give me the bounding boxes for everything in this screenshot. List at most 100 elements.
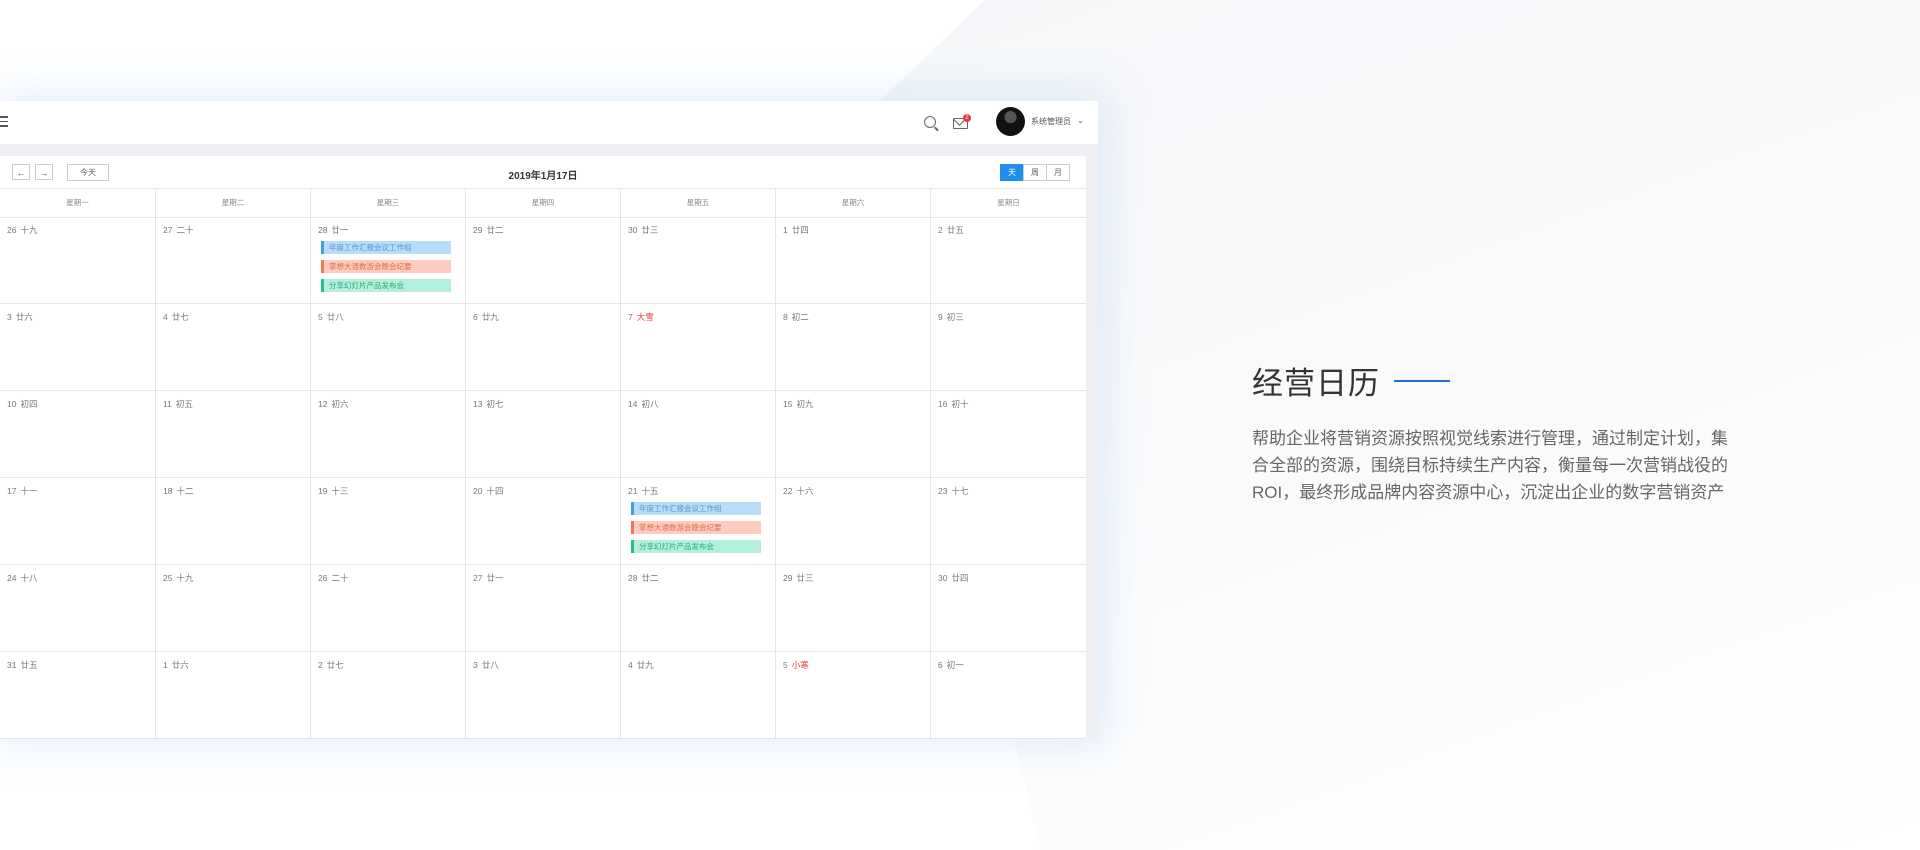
- lunar-date: 十六: [796, 486, 814, 496]
- search-icon[interactable]: [924, 116, 936, 128]
- day-cell[interactable]: 15 初九: [775, 391, 930, 478]
- day-cell[interactable]: 1 廿四: [775, 217, 930, 304]
- day-cell[interactable]: 5 廿八: [310, 304, 465, 391]
- day-number: 4: [628, 660, 633, 670]
- view-switcher: 天周月: [1000, 164, 1070, 181]
- lunar-date: 十九: [20, 225, 38, 235]
- day-label: 16 初十: [938, 398, 968, 410]
- day-cell[interactable]: 2 廿五: [930, 217, 1086, 304]
- lunar-date: 初八: [641, 399, 659, 409]
- day-cell[interactable]: 30 廿三: [620, 217, 775, 304]
- lunar-date: 初三: [946, 312, 964, 322]
- calendar-event[interactable]: 掌想大通数游会晚会纪要: [631, 521, 761, 534]
- calendar-event[interactable]: 年度工作汇报会议工作组: [631, 502, 761, 515]
- day-cell[interactable]: 27 廿一: [465, 565, 620, 652]
- calendar-event[interactable]: 分享幻灯片产品发布会: [321, 279, 451, 292]
- day-cell[interactable]: 4 廿九: [620, 652, 775, 739]
- day-label: 28 廿二: [628, 572, 658, 584]
- day-number: 18: [163, 486, 173, 496]
- day-number: 7: [628, 312, 633, 322]
- lunar-date: 十五: [641, 486, 659, 496]
- day-cell[interactable]: 7 大雪: [620, 304, 775, 391]
- day-cell[interactable]: 11 初五: [155, 391, 310, 478]
- day-label: 30 廿三: [628, 224, 658, 236]
- day-cell[interactable]: 19 十三: [310, 478, 465, 565]
- day-cell[interactable]: 28 廿二: [620, 565, 775, 652]
- day-label: 27 二十: [163, 224, 193, 236]
- day-label: 26 二十: [318, 572, 348, 584]
- username[interactable]: 系统管理员: [1031, 116, 1071, 127]
- day-cell[interactable]: 25 十九: [155, 565, 310, 652]
- day-cell[interactable]: 29 廿二: [465, 217, 620, 304]
- top-bar: 2 系统管理员 ⌄: [0, 101, 1098, 144]
- day-cell[interactable]: 14 初八: [620, 391, 775, 478]
- day-cell[interactable]: 27 二十: [155, 217, 310, 304]
- month-grid: 26 十九 27 二十 28 廿一 年度工作汇报会议工作组 掌想大通数游会晚会纪要 分享幻灯片产…: [0, 217, 1086, 739]
- day-number: 6: [938, 660, 943, 670]
- lunar-date: 十四: [486, 486, 504, 496]
- day-number: 16: [938, 399, 948, 409]
- day-label: 8 初二: [783, 311, 809, 323]
- day-cell[interactable]: 3 廿八: [465, 652, 620, 739]
- day-number: 1: [163, 660, 168, 670]
- day-number: 29: [473, 225, 483, 235]
- day-number: 1: [783, 225, 788, 235]
- view-month-button[interactable]: 月: [1046, 164, 1070, 181]
- day-cell[interactable]: 28 廿一 年度工作汇报会议工作组 掌想大通数游会晚会纪要 分享幻灯片产品发布会: [310, 217, 465, 304]
- view-week-button[interactable]: 周: [1023, 164, 1047, 181]
- calendar-event[interactable]: 掌想大通数游会晚会纪要: [321, 260, 451, 273]
- day-cell[interactable]: 9 初三: [930, 304, 1086, 391]
- day-label: 3 廿八: [473, 659, 499, 671]
- day-cell[interactable]: 22 十六: [775, 478, 930, 565]
- day-number: 28: [318, 225, 328, 235]
- day-cell[interactable]: 5 小寒: [775, 652, 930, 739]
- lunar-date: 廿二: [486, 225, 504, 235]
- lunar-date: 廿九: [636, 660, 654, 670]
- weekday-label: 星期二: [155, 189, 310, 217]
- day-number: 13: [473, 399, 483, 409]
- day-label: 5 廿八: [318, 311, 344, 323]
- day-cell[interactable]: 23 十七: [930, 478, 1086, 565]
- day-cell[interactable]: 26 十九: [0, 217, 155, 304]
- day-cell[interactable]: 17 十一: [0, 478, 155, 565]
- menu-icon[interactable]: [0, 116, 8, 127]
- day-cell[interactable]: 2 廿七: [310, 652, 465, 739]
- day-cell[interactable]: 24 十八: [0, 565, 155, 652]
- day-cell[interactable]: 6 廿九: [465, 304, 620, 391]
- day-number: 20: [473, 486, 483, 496]
- lunar-date: 初四: [20, 399, 38, 409]
- view-day-button[interactable]: 天: [1000, 164, 1024, 181]
- lunar-date: 初十: [951, 399, 969, 409]
- day-label: 7 大雪: [628, 311, 654, 323]
- day-label: 21 十五: [628, 485, 658, 497]
- day-number: 8: [783, 312, 788, 322]
- lunar-date: 廿六: [171, 660, 189, 670]
- day-label: 25 十九: [163, 572, 193, 584]
- day-number: 27: [473, 573, 483, 583]
- day-cell[interactable]: 29 廿三: [775, 565, 930, 652]
- day-cell[interactable]: 21 十五年度工作汇报会议工作组 掌想大通数游会晚会纪要 分享幻灯片产品发布会: [620, 478, 775, 565]
- day-cell[interactable]: 31 廿五: [0, 652, 155, 739]
- day-cell[interactable]: 10 初四: [0, 391, 155, 478]
- weekday-header: 星期一 星期二 星期三 星期四 星期五 星期六 星期日: [0, 188, 1086, 218]
- calendar-event[interactable]: 分享幻灯片产品发布会: [631, 540, 761, 553]
- day-cell[interactable]: 30 廿四: [930, 565, 1086, 652]
- day-cell[interactable]: 16 初十: [930, 391, 1086, 478]
- avatar[interactable]: [996, 107, 1025, 136]
- day-cell[interactable]: 4 廿七: [155, 304, 310, 391]
- title-underline: [1394, 379, 1450, 382]
- day-cell[interactable]: 8 初二: [775, 304, 930, 391]
- day-number: 2: [938, 225, 943, 235]
- lunar-date: 大雪: [636, 312, 654, 322]
- day-cell[interactable]: 20 十四: [465, 478, 620, 565]
- day-cell[interactable]: 18 十二: [155, 478, 310, 565]
- chevron-down-icon[interactable]: ⌄: [1077, 116, 1084, 125]
- day-cell[interactable]: 3 廿六: [0, 304, 155, 391]
- day-cell[interactable]: 26 二十: [310, 565, 465, 652]
- calendar-event[interactable]: 年度工作汇报会议工作组: [321, 241, 451, 254]
- day-cell[interactable]: 6 初一: [930, 652, 1086, 739]
- day-cell[interactable]: 12 初六: [310, 391, 465, 478]
- day-number: 31: [7, 660, 17, 670]
- day-cell[interactable]: 1 廿六: [155, 652, 310, 739]
- day-cell[interactable]: 13 初七: [465, 391, 620, 478]
